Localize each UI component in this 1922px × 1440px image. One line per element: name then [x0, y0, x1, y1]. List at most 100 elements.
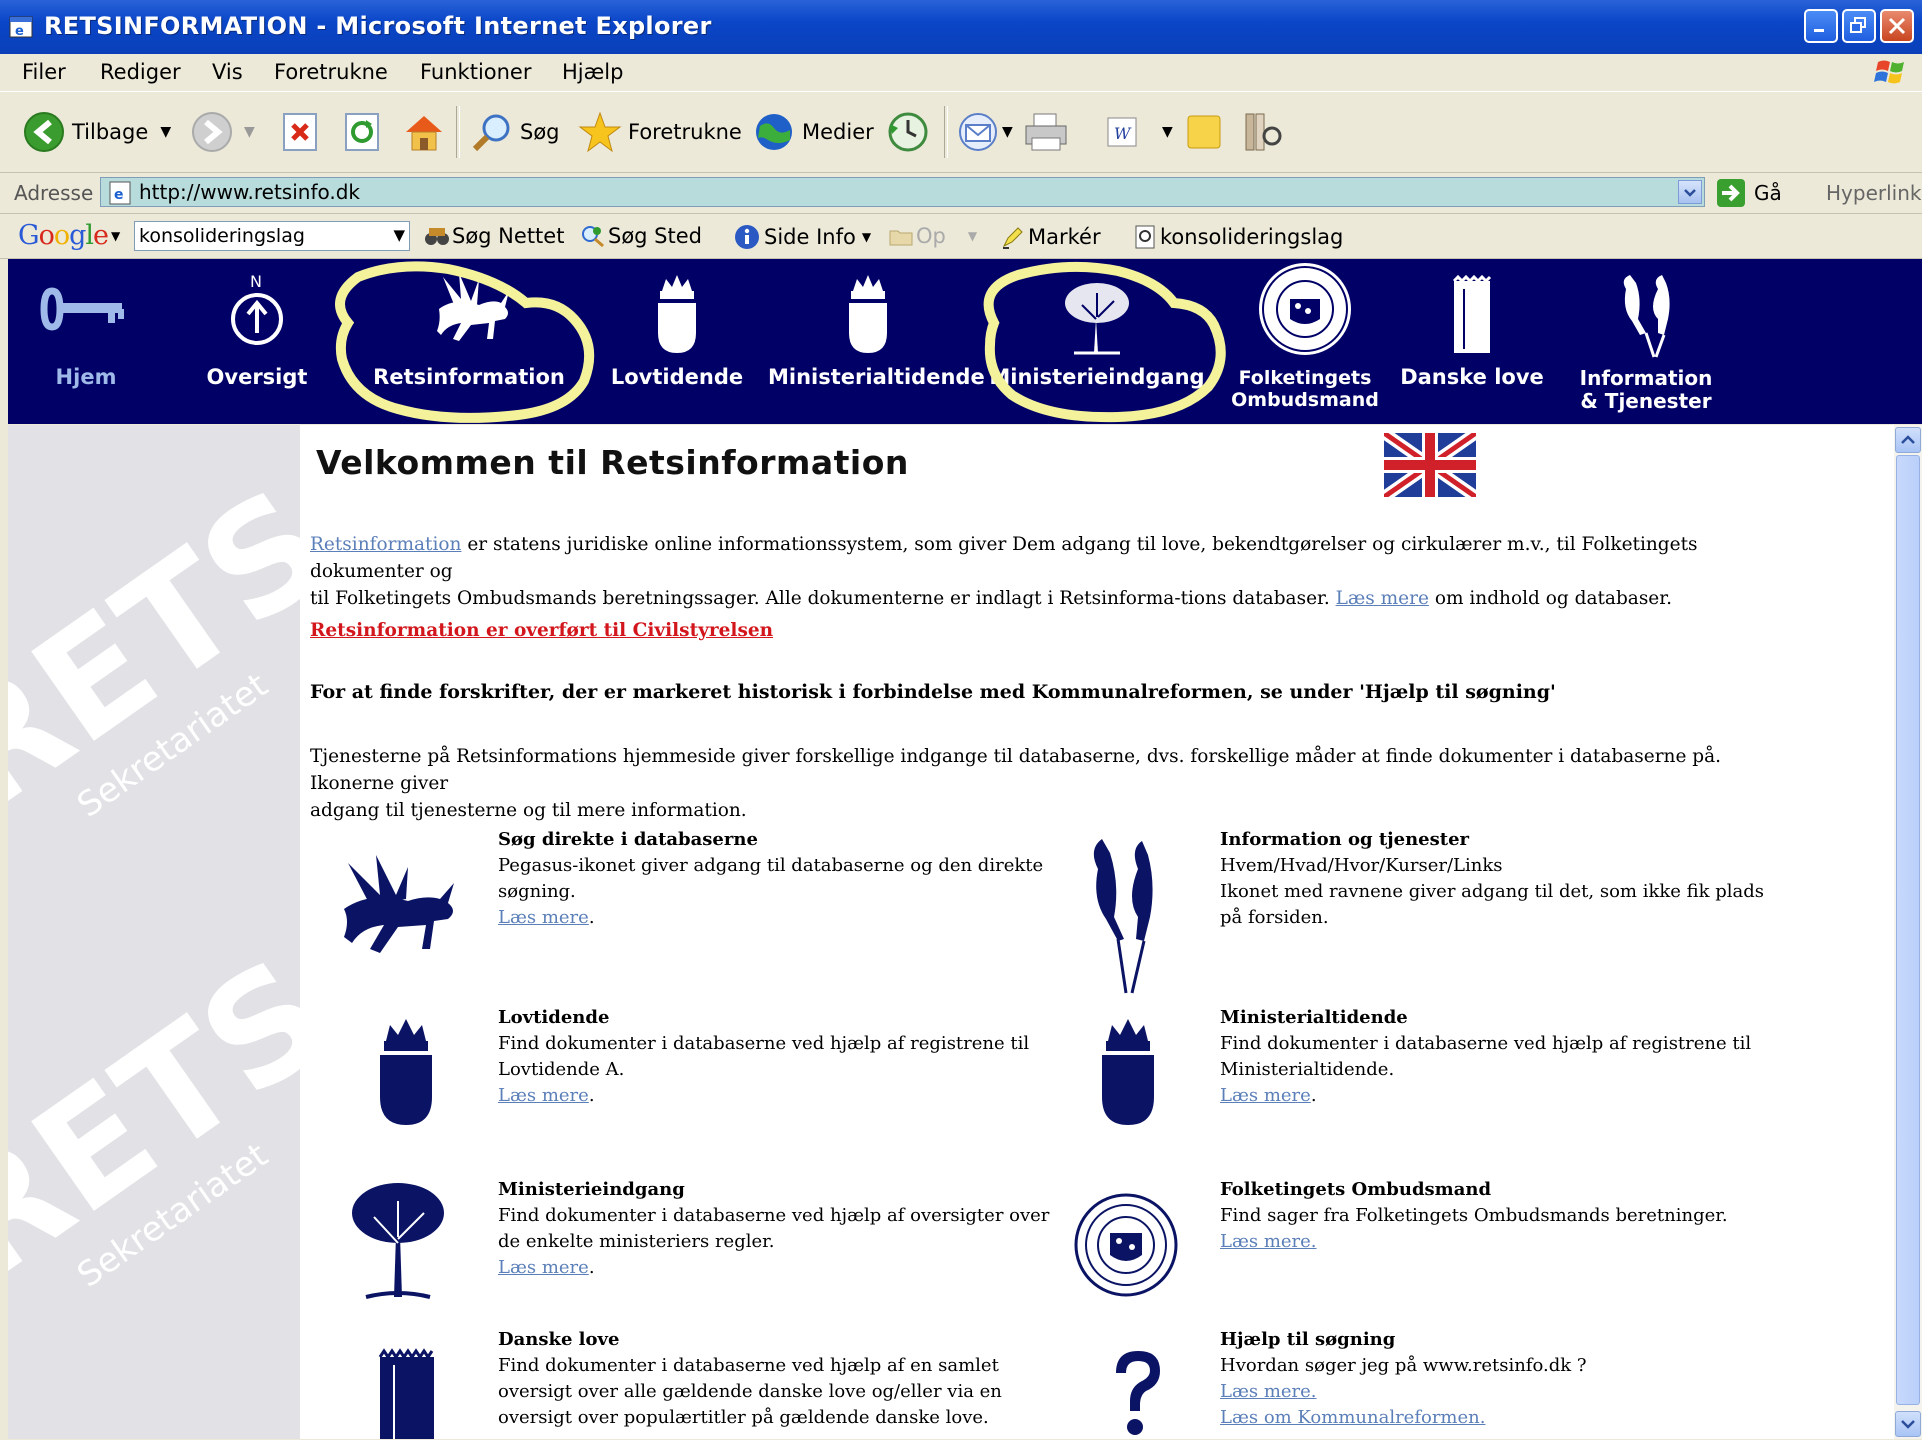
block-information: Information og tjenester Hvem/Hvad/Hvor/…: [1220, 829, 1765, 928]
google-highlight-button[interactable]: Markér: [1000, 224, 1101, 250]
windows-logo: [1872, 56, 1912, 88]
address-input[interactable]: e http://www.retsinfo.dk: [100, 177, 1705, 207]
stop-button[interactable]: [282, 110, 318, 154]
address-dropdown-button[interactable]: [1678, 180, 1702, 204]
google-search-site-button[interactable]: Søg Sted: [580, 224, 702, 248]
google-up-button[interactable]: Op ▼: [888, 224, 977, 248]
forward-button[interactable]: ▼: [190, 110, 255, 154]
page-icon: e: [109, 181, 131, 205]
google-logo[interactable]: Google ▼: [18, 220, 120, 251]
page-title: Velkommen til Retsinformation: [316, 443, 909, 482]
info-icon: [735, 225, 759, 249]
book-icon[interactable]: [372, 1345, 442, 1439]
address-label: Adresse: [14, 181, 94, 205]
rets-watermark-logo: RETS Sekretariatet RETS Sekretariatet: [8, 456, 300, 1314]
favorites-button[interactable]: Foretrukne: [578, 110, 742, 154]
home-icon: [406, 116, 442, 151]
crown-seal-icon[interactable]: [1090, 1013, 1166, 1129]
menu-bar: Filer Rediger Vis Foretrukne Funktioner …: [0, 54, 1922, 92]
block-ministerieindgang: Ministerieindgang Find dokumenter i data…: [498, 1179, 1050, 1278]
highlighter-icon: [1002, 227, 1023, 249]
research-button[interactable]: [1240, 110, 1284, 154]
block-ministerialtidende-read-more[interactable]: Læs mere: [1220, 1085, 1311, 1106]
block-ombudsmand-read-more[interactable]: Læs mere.: [1220, 1231, 1317, 1252]
block-danske-love: Danske love Find dokumenter i databasern…: [498, 1329, 1002, 1428]
civilstyrelsen-link[interactable]: Retsinformation er overført til Civilsty…: [310, 620, 773, 641]
back-arrow-icon: [24, 112, 64, 152]
search-magnifier-icon: [472, 114, 510, 152]
search-button[interactable]: Søg: [470, 110, 560, 154]
pegasus-icon[interactable]: [330, 845, 480, 965]
go-button[interactable]: Gå: [1716, 178, 1782, 208]
forward-arrow-icon: [192, 112, 232, 152]
tree-icon[interactable]: [342, 1173, 454, 1303]
ie-window-icon: e: [9, 16, 33, 39]
menu-rediger[interactable]: Rediger: [100, 60, 181, 84]
google-search-input[interactable]: konsolideringslag ▼: [134, 221, 410, 251]
site-search-icon: [582, 226, 604, 248]
stop-icon: [283, 113, 317, 151]
block-search-read-more[interactable]: Læs mere: [498, 907, 589, 928]
scroll-thumb[interactable]: [1896, 455, 1920, 1405]
menu-hjaelp[interactable]: Hjælp: [562, 60, 623, 84]
ombudsman-seal-icon[interactable]: [1072, 1191, 1180, 1299]
window-title: RETSINFORMATION - Microsoft Internet Exp…: [44, 12, 712, 40]
maximize-button[interactable]: [1842, 9, 1876, 43]
go-arrow-icon: [1717, 179, 1745, 207]
question-mark-icon[interactable]: [1106, 1345, 1170, 1439]
scroll-down-button[interactable]: [1895, 1411, 1921, 1437]
folder-up-icon: [889, 230, 913, 246]
notes-button[interactable]: [1184, 110, 1224, 154]
media-globe-icon: [756, 114, 792, 150]
block-ministerieindgang-read-more[interactable]: Læs mere: [498, 1257, 589, 1278]
title-bar: e RETSINFORMATION - Microsoft Internet E…: [0, 0, 1922, 54]
media-button[interactable]: Medier: [752, 110, 874, 154]
google-term-button[interactable]: konsolideringslag: [1134, 224, 1343, 250]
address-bar: Adresse e http://www.retsinfo.dk Gå Hype…: [0, 173, 1922, 214]
block-search: Søg direkte i databaserne Pegasus-ikonet…: [498, 829, 1044, 928]
term-search-icon: [1135, 225, 1155, 249]
uk-flag-icon[interactable]: [1384, 433, 1476, 497]
crown-seal-icon[interactable]: [368, 1013, 444, 1129]
google-page-info-button[interactable]: Side Info ▼: [734, 224, 871, 250]
print-button[interactable]: [1022, 110, 1070, 154]
minimize-button[interactable]: [1804, 9, 1838, 43]
block-hjaelp: Hjælp til søgning Hvordan søger jeg på w…: [1220, 1329, 1587, 1428]
google-search-web-button[interactable]: Søg Nettet: [424, 224, 564, 248]
intro-paragraph: Retsinformation er statens juridiske onl…: [310, 534, 1698, 609]
block-lovtidende-read-more[interactable]: Læs mere: [498, 1085, 589, 1106]
page-content: RETS Sekretariatet RETS Sekretariatet Ve…: [8, 425, 1894, 1439]
chevron-down-icon: [1901, 1420, 1915, 1429]
svg-text:e: e: [15, 24, 24, 39]
site-navigation: Hjem N Oversigt Retsinformation Lovtiden…: [8, 259, 1922, 424]
history-button[interactable]: [886, 110, 930, 154]
favorites-star-icon: [578, 111, 622, 153]
menu-foretrukne[interactable]: Foretrukne: [274, 60, 388, 84]
google-toolbar: Google ▼ konsolideringslag ▼ Søg Nettet …: [0, 214, 1922, 259]
highlight-annotations: [335, 261, 1226, 423]
links-toolbar[interactable]: Hyperlinks: [1826, 181, 1922, 205]
printer-icon: [1025, 113, 1067, 151]
ravens-icon[interactable]: [1078, 829, 1168, 999]
services-paragraph: Tjenesterne på Retsinformations hjemmesi…: [310, 746, 1722, 821]
refresh-button[interactable]: [344, 110, 380, 154]
close-button[interactable]: [1880, 9, 1914, 43]
menu-vis[interactable]: Vis: [212, 60, 243, 84]
block-hjaelp-read-more[interactable]: Læs mere.: [1220, 1381, 1317, 1402]
home-button[interactable]: [402, 110, 446, 154]
block-lovtidende: Lovtidende Find dokumenter i databaserne…: [498, 1007, 1030, 1106]
scroll-up-button[interactable]: [1895, 427, 1921, 453]
block-ministerialtidende: Ministerialtidende Find dokumenter i dat…: [1220, 1007, 1752, 1106]
edit-word-button[interactable]: W ▼: [1104, 110, 1173, 154]
retsinformation-link[interactable]: Retsinformation: [310, 534, 461, 555]
menu-filer[interactable]: Filer: [22, 60, 66, 84]
chevron-down-icon[interactable]: ▼: [393, 226, 405, 244]
word-document-icon: W: [1107, 117, 1137, 147]
back-button[interactable]: Tilbage ▼: [22, 110, 171, 154]
menu-funktioner[interactable]: Funktioner: [420, 60, 532, 84]
kommunalreform-link[interactable]: Læs om Kommunalreformen.: [1220, 1407, 1485, 1428]
vertical-scrollbar[interactable]: [1894, 425, 1922, 1439]
read-more-link[interactable]: Læs mere: [1336, 588, 1429, 609]
mail-button[interactable]: ▼: [956, 110, 1013, 154]
side-watermark: RETS Sekretariatet RETS Sekretariatet: [8, 425, 300, 1439]
